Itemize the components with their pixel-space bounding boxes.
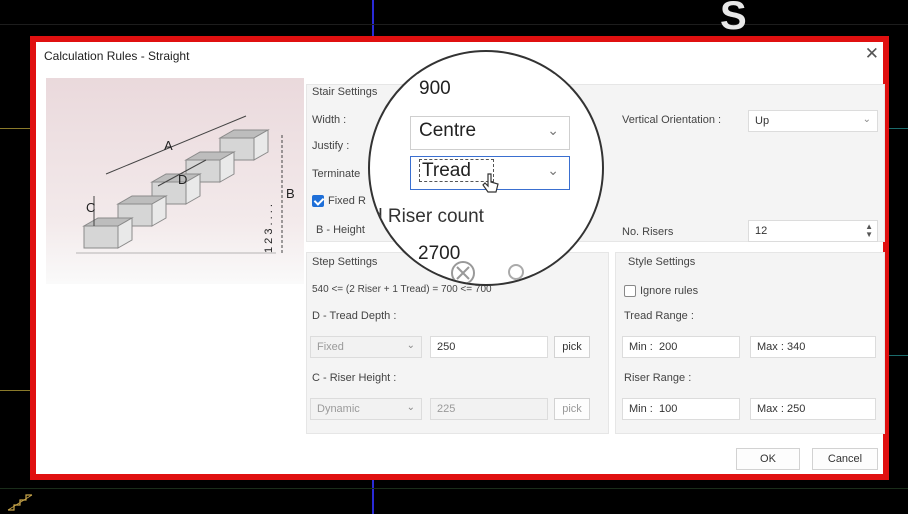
riser-mode-select[interactable]: Dynamic ⌄ [310,398,422,420]
close-icon[interactable]: ✕ [865,44,879,64]
stair-illustration: A D C B 1 2 3 . . . . [46,78,304,284]
mag-height-input[interactable]: 2700 [410,240,570,274]
cad-yellow-line [0,390,30,391]
vertical-orientation-select[interactable]: Up ⌄ [748,110,878,132]
cad-grid-line [0,24,908,25]
vertical-orientation-label: Vertical Orientation : [622,114,722,126]
cancel-button[interactable]: Cancel [812,448,878,470]
width-label: Width : [312,114,347,126]
terminate-label: Terminate [312,168,361,180]
riser-height-input[interactable]: 225 [430,398,548,420]
mag-justify-select[interactable]: Centre ⌄ [410,116,570,150]
chevron-down-icon: ⌄ [547,162,559,178]
style-settings-heading: Style Settings [628,256,696,268]
ignore-rules-label: Ignore rules [640,285,699,297]
tread-max-field[interactable]: Max : 340 [750,336,876,358]
label-b: B [286,186,295,201]
ring-icon [508,264,524,280]
cad-stair-icon [7,494,33,511]
tread-depth-input[interactable]: 250 [430,336,548,358]
dialog-title: Calculation Rules - Straight [44,49,190,63]
riser-min-field[interactable]: Min : 100 [622,398,740,420]
step-settings-heading: Step Settings [312,256,378,268]
chevron-down-icon: ⌄ [406,402,415,413]
cad-yellow-line [0,128,30,129]
tread-depth-label: D - Tread Depth : [312,310,397,322]
ok-button[interactable]: OK [736,448,800,470]
justify-label: Justify : [312,140,350,152]
label-d: D [178,172,187,187]
riser-max-field[interactable]: Max : 250 [750,398,876,420]
chevron-down-icon: ⌄ [862,114,871,125]
mag-width-input[interactable]: 900 [410,74,570,108]
mag-riser-count-label: d Riser count [372,206,484,227]
fixed-riser-label: Fixed R [328,195,366,207]
cancel-circle-icon [451,261,475,284]
cad-title-text: S [720,0,748,38]
cad-grid-line [0,488,908,489]
label-a: A [164,138,173,153]
label-c: C [86,200,95,215]
spinner-icon[interactable]: ▲ ▼ [865,223,873,239]
no-risers-input[interactable]: 12 ▲ ▼ [748,220,878,242]
tread-min-field[interactable]: Min : 200 [622,336,740,358]
tread-mode-select[interactable]: Fixed ⌄ [310,336,422,358]
label-step-numbers: 1 2 3 . . . . [263,204,275,253]
chevron-down-icon: ⌄ [547,122,559,138]
chevron-down-icon: ⌄ [406,340,415,351]
magnifier-lens: 900 Centre ⌄ Tread ⌄ d Riser count 2700 [368,50,604,286]
stair-settings-heading: Stair Settings [312,86,378,98]
fixed-riser-checkbox[interactable] [312,195,324,207]
tread-range-label: Tread Range : [624,310,694,322]
riser-height-label: C - Riser Height : [312,372,397,384]
tread-pick-button[interactable]: pick [554,336,590,358]
step-formula: 540 <= (2 Riser + 1 Tread) = 700 <= 700 [312,284,492,295]
ignore-rules-checkbox[interactable] [624,285,636,297]
height-label: B - Height [316,224,365,236]
riser-range-label: Riser Range : [624,372,692,384]
riser-pick-button[interactable]: pick [554,398,590,420]
no-risers-label: No. Risers [622,226,674,238]
cursor-icon [482,173,499,193]
